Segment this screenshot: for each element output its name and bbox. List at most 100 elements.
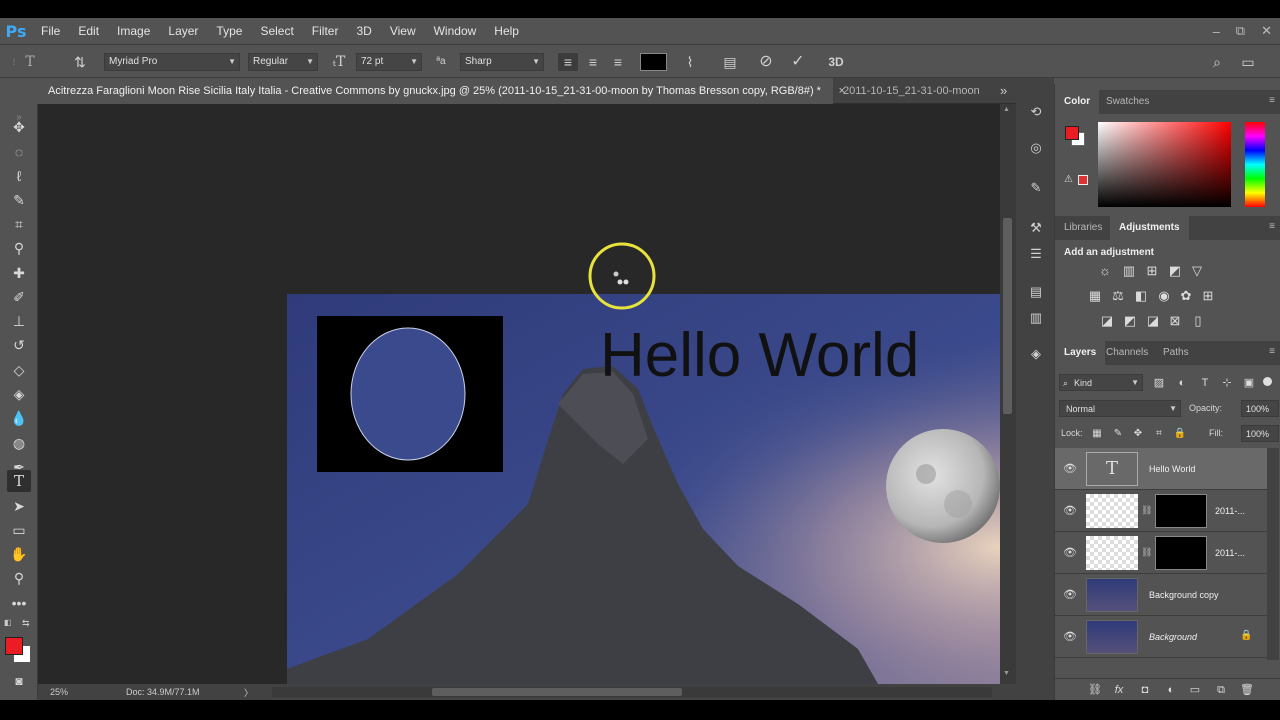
hand-tool-icon[interactable]: ✋ <box>7 543 31 565</box>
exposure-icon[interactable]: ◩ <box>1167 263 1183 279</box>
horizontal-scroll-thumb[interactable] <box>432 688 682 696</box>
properties-icon[interactable]: ☰ <box>1026 244 1046 264</box>
eyedropper-tool-icon[interactable]: ⚲ <box>7 237 31 259</box>
scroll-up-icon[interactable]: ▲ <box>1003 106 1010 113</box>
layer-mask-thumbnail[interactable] <box>1155 536 1207 570</box>
curves-icon[interactable]: ⊞ <box>1144 263 1160 279</box>
healing-brush-tool-icon[interactable]: ✚ <box>7 262 31 284</box>
more-tools-icon[interactable]: ••• <box>7 592 31 614</box>
tab-libraries[interactable]: Libraries <box>1055 216 1111 240</box>
3d-panel-icon[interactable]: ◈ <box>1026 344 1046 364</box>
eraser-tool-icon[interactable]: ◇ <box>7 359 31 381</box>
clone-stamp-tool-icon[interactable]: ⊥ <box>7 310 31 332</box>
search-icon[interactable]: ⌕ <box>1207 53 1227 71</box>
blur-tool-icon[interactable]: 💧 <box>7 407 31 429</box>
dodge-tool-icon[interactable]: ◍ <box>7 432 31 454</box>
foreground-color-swatch[interactable] <box>5 637 23 655</box>
vertical-scrollbar[interactable]: ▲ ▼ <box>1000 104 1016 684</box>
visibility-eye-icon[interactable]: 👁 <box>1063 630 1077 643</box>
menu-view[interactable]: View <box>381 24 425 38</box>
threshold-icon[interactable]: ◪ <box>1145 313 1161 329</box>
lock-transparent-icon[interactable]: ▦ <box>1089 426 1105 442</box>
layer-row-moon[interactable]: 👁 ⛓ 2011-... <box>1055 532 1267 574</box>
lock-artboard-icon[interactable]: ⌗ <box>1151 426 1167 442</box>
fill-input[interactable]: 100% <box>1241 425 1279 442</box>
layer-mask-thumbnail[interactable] <box>1155 494 1207 528</box>
filter-toggle[interactable] <box>1263 377 1272 386</box>
layer-name[interactable]: Background <box>1149 616 1197 658</box>
history-icon[interactable]: ⟲ <box>1026 102 1046 122</box>
brightness-contrast-icon[interactable]: ☼ <box>1097 263 1113 279</box>
font-style-select[interactable]: Regular ▼ <box>248 53 318 71</box>
quick-mask-icon[interactable]: ◙ <box>7 670 31 692</box>
paint-bucket-tool-icon[interactable]: ◈ <box>7 383 31 405</box>
font-size-select[interactable]: 72 pt ▼ <box>356 53 422 71</box>
filter-pixel-icon[interactable]: ▨ <box>1151 375 1167 391</box>
brush-presets-icon[interactable]: ✎ <box>1026 178 1046 198</box>
new-layer-icon[interactable]: ⧉ <box>1213 682 1229 698</box>
black-white-icon[interactable]: ◧ <box>1133 288 1149 304</box>
align-right-icon[interactable]: ≡ <box>608 53 628 71</box>
channel-mixer-icon[interactable]: ✿ <box>1178 288 1194 304</box>
visibility-eye-icon[interactable]: 👁 <box>1063 462 1077 475</box>
layer-row-background-copy[interactable]: 👁 Background copy <box>1055 574 1267 616</box>
marquee-tool-icon[interactable]: ◌ <box>7 141 31 163</box>
menu-3d[interactable]: 3D <box>347 24 380 38</box>
tab-swatches[interactable]: Swatches <box>1097 90 1158 114</box>
zoom-tool-icon[interactable]: ⚲ <box>7 567 31 589</box>
levels-icon[interactable]: ▥ <box>1121 263 1137 279</box>
document-canvas[interactable]: Hello World <box>38 104 1000 684</box>
panel-menu-icon[interactable]: ≡ <box>1269 221 1275 232</box>
opacity-input[interactable]: 100% <box>1241 400 1279 417</box>
menu-window[interactable]: Window <box>425 24 486 38</box>
default-colors-icon[interactable]: ◧ <box>4 618 12 627</box>
vertical-scroll-thumb[interactable] <box>1003 218 1012 414</box>
scroll-down-icon[interactable]: ▼ <box>1003 670 1010 677</box>
add-layer-style-icon[interactable]: fx <box>1111 682 1127 698</box>
lasso-tool-icon[interactable]: ℓ <box>7 165 31 187</box>
zoom-level[interactable]: 25% <box>50 687 68 697</box>
lock-position-icon[interactable]: ✥ <box>1130 426 1146 442</box>
tab-color[interactable]: Color <box>1055 90 1100 114</box>
align-left-icon[interactable]: ≡ <box>558 53 578 71</box>
restore-button[interactable]: ⧉ <box>1236 23 1245 39</box>
status-menu-icon[interactable]: 〉 <box>244 686 253 699</box>
actions-icon[interactable]: ◎ <box>1026 138 1046 158</box>
link-icon[interactable]: ⛓ <box>1141 547 1152 558</box>
filter-smart-object-icon[interactable]: ▣ <box>1241 375 1257 391</box>
lock-image-icon[interactable]: ✎ <box>1110 426 1126 442</box>
anti-alias-select[interactable]: Sharp ▼ <box>460 53 544 71</box>
horizontal-scrollbar[interactable] <box>272 687 992 697</box>
character-icon[interactable]: ▥ <box>1026 308 1046 328</box>
selective-color-icon[interactable]: ⊠ <box>1167 313 1183 329</box>
menu-help[interactable]: Help <box>485 24 528 38</box>
layer-row-moon-masked[interactable]: 👁 ⛓ 2011-... <box>1055 490 1267 532</box>
new-group-icon[interactable]: ▭ <box>1187 682 1203 698</box>
link-layers-icon[interactable]: ⛓ <box>1087 682 1103 698</box>
posterize-icon[interactable]: ◩ <box>1122 313 1138 329</box>
invert-icon[interactable]: ◪ <box>1099 313 1115 329</box>
rectangle-tool-icon[interactable]: ▭ <box>7 519 31 541</box>
panel-menu-icon[interactable]: ≡ <box>1269 346 1275 357</box>
filter-type-icon[interactable]: T <box>1197 375 1213 391</box>
photo-filter-icon[interactable]: ◉ <box>1156 288 1172 304</box>
layer-row-hello-world[interactable]: 👁 T Hello World <box>1055 448 1267 490</box>
crop-tool-icon[interactable]: ⌗ <box>7 213 31 235</box>
visibility-eye-icon[interactable]: 👁 <box>1063 504 1077 517</box>
text-color-swatch[interactable] <box>640 53 667 71</box>
visibility-eye-icon[interactable]: 👁 <box>1063 588 1077 601</box>
color-field[interactable] <box>1098 122 1231 207</box>
new-adjustment-layer-icon[interactable]: ◐ <box>1163 682 1179 698</box>
tab-adjustments[interactable]: Adjustments <box>1110 216 1189 240</box>
layer-name[interactable]: 2011-... <box>1215 490 1245 532</box>
quick-select-tool-icon[interactable]: ✎ <box>7 189 31 211</box>
add-mask-icon[interactable]: ◘ <box>1137 682 1153 698</box>
menu-edit[interactable]: Edit <box>69 24 108 38</box>
canvas-area[interactable]: Hello World <box>38 104 1000 684</box>
minimize-button[interactable]: – <box>1213 24 1220 39</box>
3d-button[interactable]: 3D <box>825 53 847 71</box>
color-lookup-icon[interactable]: ⊞ <box>1200 288 1216 304</box>
tab-acitrezza-document[interactable]: Acitrezza Faraglioni Moon Rise Sicilia I… <box>38 78 845 104</box>
path-selection-tool-icon[interactable]: ➤ <box>7 495 31 517</box>
menu-image[interactable]: Image <box>108 24 159 38</box>
